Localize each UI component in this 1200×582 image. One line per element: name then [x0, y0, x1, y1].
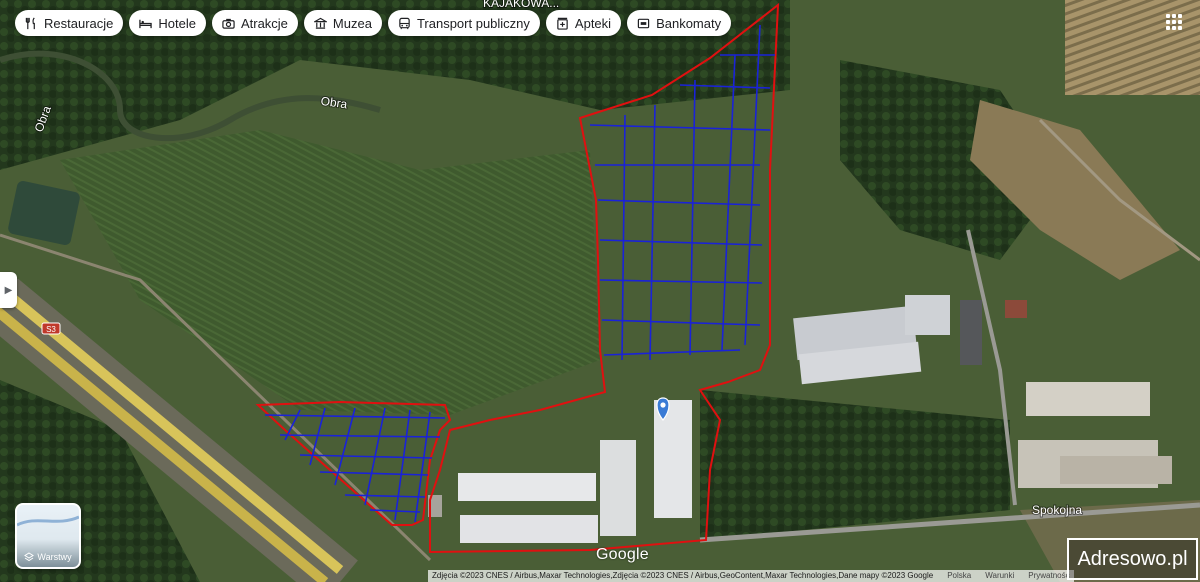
- chip-label: Transport publiczny: [416, 15, 530, 31]
- street-label-spokojna: Spokojna: [1032, 503, 1082, 517]
- category-chip-bar: Restauracje Hotele Atrakcje Muzea Transp…: [15, 10, 732, 36]
- chip-label: Atrakcje: [240, 15, 288, 31]
- chip-museums[interactable]: Muzea: [303, 10, 382, 36]
- chip-hotels[interactable]: Hotele: [129, 10, 206, 36]
- google-logo: Google: [596, 546, 649, 563]
- bed-icon: [139, 19, 153, 28]
- layers-label: Warstwy: [37, 552, 72, 562]
- fork-knife-icon: [25, 17, 35, 29]
- attribution-privacy[interactable]: Prywatność: [1028, 570, 1069, 582]
- chip-attractions[interactable]: Atrakcje: [211, 10, 298, 36]
- bus-icon: [399, 17, 410, 29]
- camera-icon: [222, 18, 235, 29]
- layers-button[interactable]: Warstwy: [15, 503, 81, 569]
- atm-icon: [637, 18, 650, 28]
- watermark-logo: Adresowo.pl: [1067, 538, 1198, 580]
- layers-icon: [24, 552, 35, 562]
- chip-label: Restauracje: [44, 15, 114, 31]
- chip-restaurants[interactable]: Restauracje: [15, 10, 124, 36]
- chip-atms[interactable]: Bankomaty: [627, 10, 732, 36]
- museum-icon: [313, 17, 327, 29]
- side-panel-toggle[interactable]: ▶: [0, 272, 17, 308]
- chevron-right-icon: ▶: [4, 284, 13, 296]
- svg-text:S3: S3: [46, 325, 56, 334]
- chip-pharmacies[interactable]: Apteki: [545, 10, 622, 36]
- map-attribution: Zdjęcia ©2023 CNES / Airbus,Maxar Techno…: [428, 570, 1074, 582]
- chip-label: Muzea: [332, 15, 372, 31]
- chip-public-transport[interactable]: Transport publiczny: [387, 10, 540, 36]
- chip-label: Bankomaty: [656, 15, 722, 31]
- apps-grid-icon[interactable]: [1166, 14, 1182, 30]
- chip-label: Hotele: [158, 15, 196, 31]
- chip-label: Apteki: [574, 15, 612, 31]
- attribution-imagery: Zdjęcia ©2023 CNES / Airbus,Maxar Techno…: [432, 571, 934, 580]
- attribution-country[interactable]: Polska: [947, 570, 971, 582]
- highway-shield: S3: [41, 322, 61, 335]
- satellite-map[interactable]: S3 Obra Obra KAJAKOWA... Spokojna: [0, 0, 1200, 582]
- pharmacy-icon: [557, 17, 568, 30]
- road-label-kajakowa: KAJAKOWA...: [483, 0, 559, 10]
- attribution-terms[interactable]: Warunki: [985, 570, 1014, 582]
